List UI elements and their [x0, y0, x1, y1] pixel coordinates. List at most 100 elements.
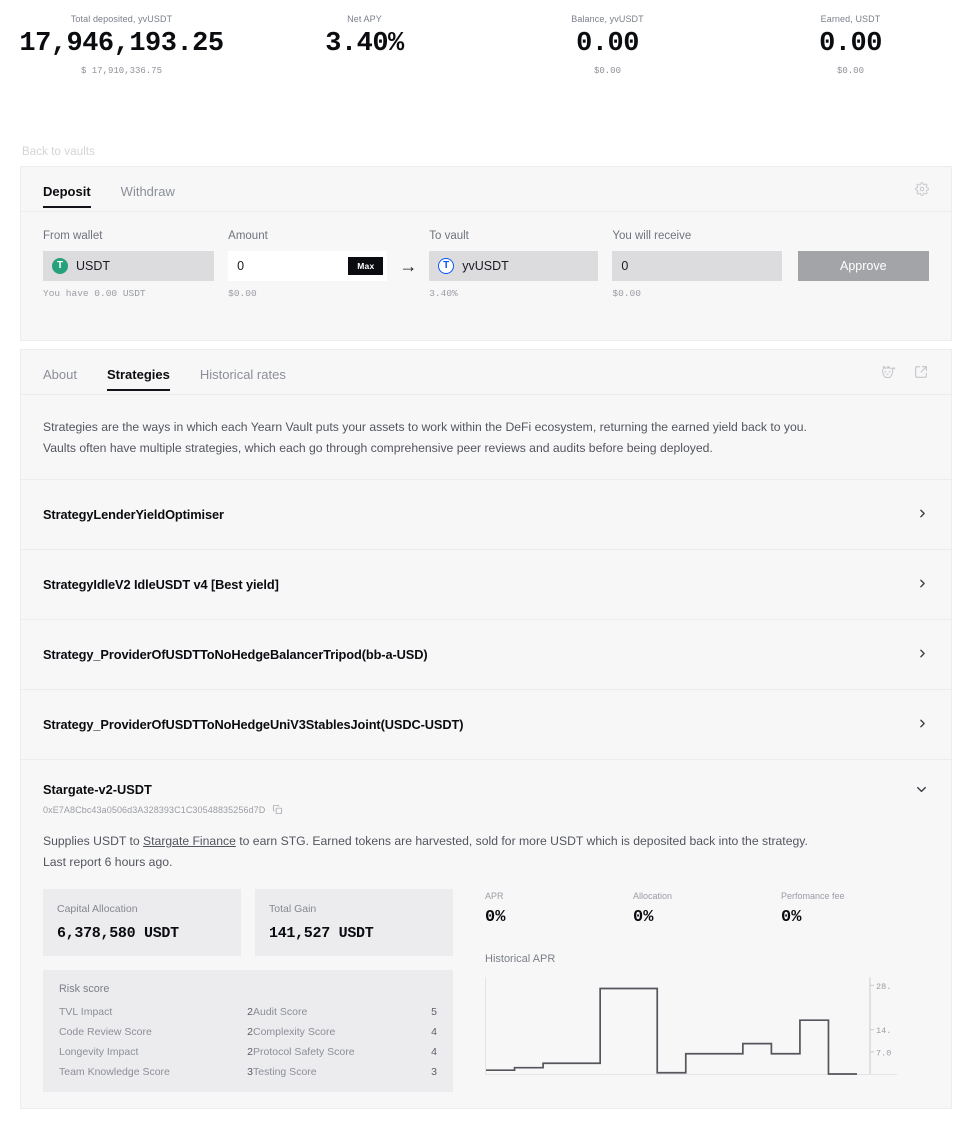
- chevron-right-icon[interactable]: [916, 646, 929, 663]
- risk-value: 2: [247, 1006, 253, 1018]
- metric-performance-fee: Perfomance fee 0%: [781, 889, 929, 927]
- stat-subvalue: $0.00: [593, 66, 621, 76]
- from-wallet-label: From wallet: [43, 230, 103, 242]
- stat-label: Total deposited, yvUSDT: [70, 14, 173, 24]
- yvusdt-token-icon: T: [438, 258, 455, 274]
- stat-net-apy: Net APY 3.40%: [243, 12, 486, 78]
- stargate-finance-link[interactable]: Stargate Finance: [143, 834, 236, 848]
- deposit-tabbar: Deposit Withdraw: [21, 167, 951, 212]
- to-vault-token-label: yvUSDT: [462, 259, 509, 273]
- description-before-link: Supplies USDT to: [43, 834, 144, 848]
- usdt-token-icon: T: [52, 258, 68, 274]
- approve-button[interactable]: Approve: [797, 251, 929, 281]
- usdt-token-glyph: T: [56, 260, 64, 271]
- svg-text:14.: 14.: [876, 1026, 891, 1036]
- risk-score-grid: TVL Impact 2 Audit Score 5 Code Review S…: [59, 1006, 437, 1078]
- metric-value: 0%: [781, 908, 802, 927]
- transfer-arrow-icon: →: [399, 255, 418, 276]
- stat-label: Net APY: [347, 14, 382, 24]
- expanded-strategy-left-column: Capital Allocation 6,378,580 USDT Total …: [43, 889, 453, 1092]
- amount-label: Amount: [228, 230, 268, 242]
- chevron-down-icon[interactable]: [914, 782, 929, 800]
- historical-apr-svg: 28. 14. 7.0: [485, 977, 897, 1075]
- you-will-receive-usd-hint: $0.00: [612, 288, 641, 299]
- from-wallet-balance-hint: You have 0.00 USDT: [43, 288, 146, 299]
- chevron-right-icon[interactable]: [916, 576, 929, 593]
- stat-label: Earned, USDT: [820, 14, 881, 24]
- gear-icon[interactable]: [915, 182, 929, 196]
- tab-deposit[interactable]: Deposit: [43, 167, 91, 212]
- strategy-row[interactable]: Strategy_ProviderOfUSDTToNoHedgeBalancer…: [21, 620, 951, 690]
- to-vault-field: To vault T yvUSDT 3.40%: [429, 228, 599, 299]
- to-vault-token-select[interactable]: T yvUSDT: [429, 251, 599, 281]
- vault-details-card: About Strategies Historical rates Strate…: [20, 349, 952, 1109]
- strategy-name: Strategy_ProviderOfUSDTToNoHedgeUniV3Sta…: [43, 717, 464, 732]
- description-after-link: to earn STG. Earned tokens are harvested…: [235, 834, 808, 848]
- strategy-row[interactable]: StrategyIdleV2 IdleUSDT v4 [Best yield]: [21, 550, 951, 620]
- external-link-icon[interactable]: [913, 364, 929, 380]
- metric-allocation: Allocation 0%: [633, 889, 781, 927]
- risk-label: Code Review Score: [59, 1026, 152, 1038]
- strategy-row[interactable]: Strategy_ProviderOfUSDTToNoHedgeUniV3Sta…: [21, 690, 951, 760]
- risk-label: Longevity Impact: [59, 1046, 139, 1058]
- amount-input[interactable]: 0: [237, 259, 244, 273]
- stat-balance: Balance, yvUSDT 0.00 $0.00: [486, 12, 729, 78]
- strategy-name: StrategyLenderYieldOptimiser: [43, 507, 224, 522]
- deposit-card: Deposit Withdraw From wallet T USDT You …: [20, 166, 952, 341]
- risk-label: Audit Score: [253, 1006, 308, 1018]
- back-to-vaults-link[interactable]: Back to vaults: [22, 146, 95, 158]
- to-vault-apy-hint: 3.40%: [429, 288, 458, 299]
- expanded-strategy-header[interactable]: Stargate-v2-USDT 0xE7A8Cbc43a0506d3A3283…: [43, 760, 929, 815]
- tab-about[interactable]: About: [43, 350, 77, 395]
- stat-value: 0.00: [576, 29, 639, 59]
- expanded-strategy-right-column: APR 0% Allocation 0% Perfomance fee 0% H…: [453, 889, 929, 1092]
- strategy-name: Strategy_ProviderOfUSDTToNoHedgeBalancer…: [43, 647, 428, 662]
- you-will-receive-value: 0: [612, 251, 782, 281]
- risk-label: Team Knowledge Score: [59, 1066, 170, 1078]
- risk-label: Complexity Score: [253, 1026, 336, 1038]
- risk-value: 5: [431, 1006, 437, 1018]
- strategies-intro-line1: Strategies are the ways in which each Ye…: [43, 420, 807, 434]
- metric-label: Perfomance fee: [781, 891, 845, 901]
- details-tabbar: About Strategies Historical rates: [21, 350, 951, 395]
- from-wallet-field: From wallet T USDT You have 0.00 USDT: [43, 228, 215, 299]
- last-report-text: Last report 6 hours ago.: [43, 855, 173, 869]
- strategy-row[interactable]: StrategyLenderYieldOptimiser: [21, 480, 951, 550]
- expanded-strategy-address-row: 0xE7A8Cbc43a0506d3A328393C1C30548835256d…: [43, 804, 283, 815]
- svg-text:28.: 28.: [876, 982, 891, 992]
- metric-label: Allocation: [633, 891, 673, 901]
- tab-strategies[interactable]: Strategies: [106, 350, 170, 395]
- expanded-strategy-name: Stargate-v2-USDT: [43, 782, 152, 797]
- kpi-row: Capital Allocation 6,378,580 USDT Total …: [43, 889, 453, 956]
- to-vault-label: To vault: [429, 230, 469, 242]
- from-wallet-token-select[interactable]: T USDT: [43, 251, 215, 281]
- historical-apr-chart: 28. 14. 7.0: [485, 975, 929, 1079]
- chevron-right-icon[interactable]: [916, 506, 929, 523]
- historical-apr-section: Historical APR 28. 14. 7.0: [485, 953, 929, 1079]
- kpi-label: Capital Allocation: [57, 903, 138, 915]
- strategies-intro-line2: Vaults often have multiple strategies, w…: [43, 441, 713, 455]
- tab-withdraw[interactable]: Withdraw: [121, 167, 175, 212]
- svg-text:7.0: 7.0: [876, 1048, 891, 1058]
- metric-label: APR: [485, 891, 504, 901]
- expanded-strategy-description: Supplies USDT to Stargate Finance to ear…: [43, 831, 929, 873]
- strategies-intro: Strategies are the ways in which each Ye…: [21, 395, 951, 480]
- stat-subvalue: $0.00: [836, 66, 864, 76]
- metric-value: 0%: [633, 908, 654, 927]
- strategy-name: StrategyIdleV2 IdleUSDT v4 [Best yield]: [43, 577, 279, 592]
- amount-input-wrapper[interactable]: 0 Max: [228, 251, 388, 281]
- max-button[interactable]: Max: [348, 257, 384, 275]
- amount-field: Amount 0 Max $0.00: [228, 228, 388, 299]
- stat-value: 0.00: [819, 29, 882, 59]
- expanded-strategy-body: Capital Allocation 6,378,580 USDT Total …: [43, 889, 929, 1092]
- fox-wallet-add-icon[interactable]: [880, 364, 897, 381]
- you-will-receive-field: You will receive 0 $0.00: [612, 228, 782, 299]
- chevron-right-icon[interactable]: [916, 716, 929, 733]
- yvusdt-token-glyph: T: [443, 260, 450, 271]
- kpi-value: 6,378,580 USDT: [57, 925, 179, 942]
- historical-apr-title: Historical APR: [485, 953, 556, 965]
- risk-value: 2: [247, 1046, 253, 1058]
- stat-total-deposited: Total deposited, yvUSDT 17,946,193.25 $ …: [0, 12, 243, 78]
- copy-icon[interactable]: [272, 804, 283, 815]
- tab-historical-rates[interactable]: Historical rates: [200, 350, 286, 395]
